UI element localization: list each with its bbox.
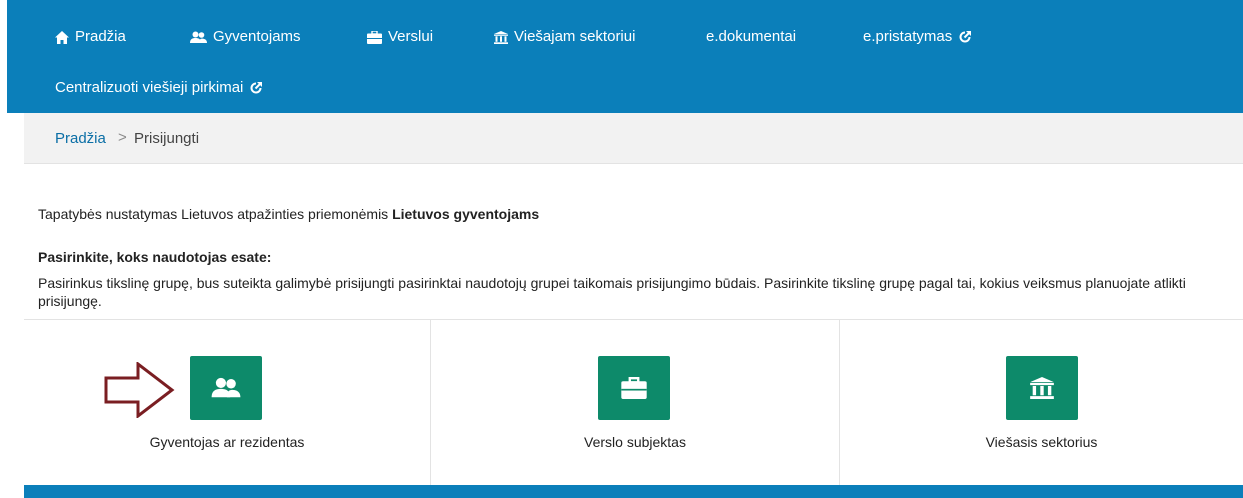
group-tile[interactable] <box>190 356 262 420</box>
nav-item-label: Verslui <box>388 28 434 45</box>
nav-item-e-dokumentai[interactable]: e.dokumentai <box>706 28 796 46</box>
group-option-gyventojas[interactable]: Gyventojas ar rezidentas <box>24 320 431 486</box>
group-option-verslo-subjektas[interactable]: Verslo subjektas <box>431 320 840 486</box>
login-content: Tapatybės nustatymas Lietuvos atpažintie… <box>24 164 1243 486</box>
intro-bold: Lietuvos gyventojams <box>392 206 540 222</box>
group-tile[interactable] <box>598 356 670 420</box>
pointer-arrow-icon <box>104 362 175 418</box>
home-icon <box>55 30 69 44</box>
bank-icon <box>494 30 508 44</box>
intro-text: Tapatybės nustatymas Lietuvos atpažintie… <box>38 206 539 222</box>
group-option-viesasis-sektorius[interactable]: Viešasis sektorius <box>840 320 1243 486</box>
nav-item-label: Viešajam sektoriui <box>514 28 636 45</box>
external-link-icon <box>959 31 972 43</box>
bank-icon <box>1030 377 1054 399</box>
breadcrumb: Pradžia > Prisijungti <box>24 113 1243 164</box>
group-label: Viešasis sektorius <box>985 434 1098 450</box>
nav-item-centralizuoti-pirkimai[interactable]: Centralizuoti viešieji pirkimai <box>55 79 263 97</box>
user-group-selector: Gyventojas ar rezidentas Verslo subjekta… <box>24 319 1243 486</box>
top-navigation: Pradžia Gyventojams Verslui Viešajam sek… <box>7 0 1243 113</box>
breadcrumb-current: Prisijungti <box>134 130 200 147</box>
nav-item-label: Centralizuoti viešieji pirkimai <box>55 79 244 96</box>
nav-item-label: e.pristatymas <box>863 28 953 45</box>
footer-bar <box>24 485 1243 498</box>
nav-item-label: Gyventojams <box>213 28 301 45</box>
choose-title: Pasirinkite, koks naudotojas esate: <box>38 249 272 265</box>
nav-item-label: Pradžia <box>75 28 126 45</box>
nav-item-pradzia[interactable]: Pradžia <box>55 28 126 46</box>
external-link-icon <box>250 82 263 94</box>
nav-item-label: e.dokumentai <box>706 28 797 45</box>
group-tile[interactable] <box>1006 356 1078 420</box>
group-label: Verslo subjektas <box>584 434 686 450</box>
intro-prefix: Tapatybės nustatymas Lietuvos atpažintie… <box>38 206 393 222</box>
briefcase-icon <box>621 377 647 399</box>
nav-item-e-pristatymas[interactable]: e.pristatymas <box>863 28 972 46</box>
nav-item-verslui[interactable]: Verslui <box>367 28 433 46</box>
users-icon <box>211 377 241 398</box>
group-label: Gyventojas ar rezidentas <box>149 434 305 450</box>
briefcase-icon <box>367 30 382 44</box>
users-icon <box>190 31 207 43</box>
breadcrumb-separator: > <box>118 129 127 146</box>
nav-item-gyventojams[interactable]: Gyventojams <box>190 28 301 46</box>
left-strip <box>0 0 7 498</box>
choose-description: Pasirinkus tikslinę grupę, bus suteikta … <box>38 275 1186 309</box>
nav-item-viesajam-sektoriui[interactable]: Viešajam sektoriui <box>494 28 635 46</box>
breadcrumb-home-link[interactable]: Pradžia <box>55 130 106 147</box>
